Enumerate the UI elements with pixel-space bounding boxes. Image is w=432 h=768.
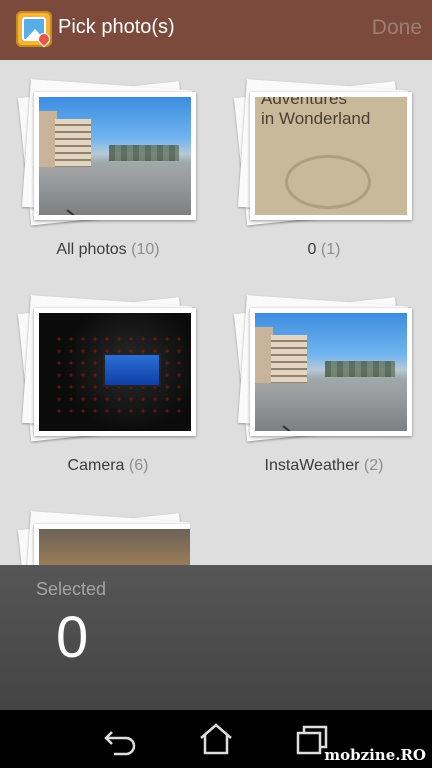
album-thumbnail-stack: [17, 511, 190, 565]
album-name: InstaWeather: [264, 457, 360, 474]
selected-panel: Selected 0: [0, 565, 432, 710]
album-thumbnail: [39, 529, 190, 565]
thumbnail-text: in Wonderland: [261, 109, 371, 128]
album-count: (10): [131, 241, 160, 258]
album-thumbnail: [39, 97, 191, 215]
album-camera[interactable]: [0, 276, 196, 466]
home-icon[interactable]: [196, 720, 236, 758]
album-instaweather[interactable]: [216, 276, 412, 466]
album-thumbnail: [255, 313, 407, 431]
album-thumbnail-stack: [17, 295, 200, 442]
album-label: Camera (6): [0, 457, 216, 475]
thumbnail-text: Adventures: [261, 97, 347, 108]
album-name: All photos: [56, 241, 127, 258]
album-label: InstaWeather (2): [216, 457, 432, 475]
page-title: Pick photo(s): [58, 16, 175, 38]
navigation-bar: mobzine.RO: [0, 710, 432, 768]
album-thumbnail-stack: Adventures in Wonderland: [233, 79, 416, 226]
gallery-app-icon[interactable]: [16, 11, 53, 48]
album-thumbnail: Adventures in Wonderland: [255, 97, 407, 215]
action-bar: Pick photo(s) Done: [0, 0, 432, 60]
album-name: Camera: [67, 457, 125, 474]
album-label: All photos (10): [0, 241, 216, 259]
album-name: 0: [307, 241, 317, 258]
selected-count: 0: [56, 605, 89, 670]
watermark: mobzine.RO: [324, 746, 426, 764]
album-thumbnail-stack: [233, 295, 416, 442]
album-all-photos[interactable]: [0, 60, 196, 250]
back-icon[interactable]: [100, 720, 140, 758]
album-count: (2): [363, 457, 384, 474]
album-label: 0 (1): [216, 241, 432, 259]
selected-label: Selected: [36, 579, 107, 599]
album-thumbnail: [39, 313, 191, 431]
album-count: (6): [128, 457, 149, 474]
album-count: (1): [320, 241, 341, 258]
album-thumbnail-stack: [17, 79, 200, 226]
done-button[interactable]: Done: [372, 16, 422, 40]
album-0[interactable]: Adventures in Wonderland: [216, 60, 412, 250]
album-sunset[interactable]: [0, 492, 190, 565]
